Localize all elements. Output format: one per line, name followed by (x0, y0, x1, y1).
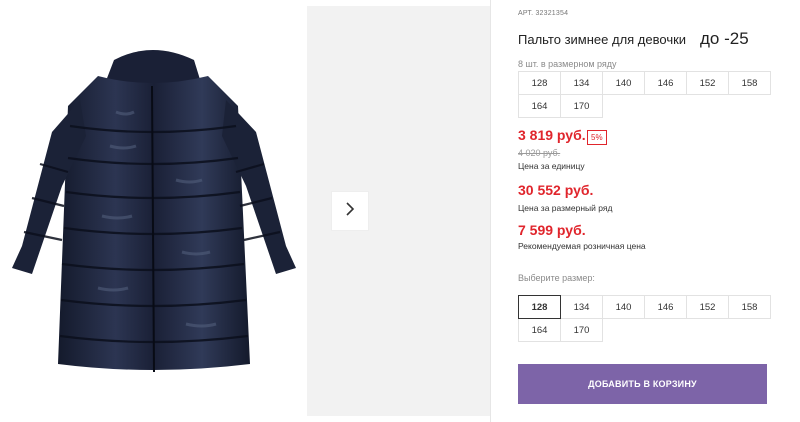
pack-size-cell: 140 (602, 71, 645, 95)
size-option[interactable]: 134 (560, 295, 603, 319)
product-title: Пальто зимнее для девочки (518, 32, 687, 47)
size-option[interactable]: 170 (560, 318, 603, 342)
pack-size-cell: 152 (686, 71, 729, 95)
article-value: 32321354 (535, 10, 569, 17)
add-to-cart-button[interactable]: ДОБАВИТЬ В КОРЗИНУ (518, 364, 767, 404)
rrp-price-label: Рекомендуемая розничная цена (518, 241, 646, 251)
pack-size-cell: 164 (518, 94, 561, 118)
chevron-right-icon (344, 201, 356, 222)
pack-size-cell: 170 (560, 94, 603, 118)
product-main-photo (0, 0, 306, 422)
gallery-next-button[interactable] (331, 191, 369, 231)
size-picker-grid: 128 134 140 146 152 158 164 170 (518, 295, 771, 342)
pack-size-note: 8 шт. в размерном ряду (518, 59, 617, 69)
article-number: АРТ. 32321354 (518, 10, 568, 17)
row-price-label: Цена за размерный ряд (518, 203, 613, 213)
size-picker-label: Выберите размер: (518, 273, 595, 283)
size-option[interactable]: 164 (518, 318, 561, 342)
pack-size-grid: 128 134 140 146 152 158 164 170 (518, 71, 771, 118)
panel-divider (490, 0, 491, 422)
old-price: 4 020 руб. (518, 148, 561, 158)
unit-price-label: Цена за единицу (518, 161, 585, 171)
size-option[interactable]: 128 (518, 295, 561, 319)
temperature-rating: до -25 (700, 29, 749, 48)
rrp-price: 7 599 руб. (518, 222, 586, 238)
product-gallery (0, 0, 490, 422)
pack-size-cell: 158 (728, 71, 771, 95)
article-label: АРТ. (518, 10, 534, 17)
pack-size-cell: 134 (560, 71, 603, 95)
unit-price: 3 819 руб. (518, 127, 586, 143)
size-option[interactable]: 158 (728, 295, 771, 319)
size-option[interactable]: 146 (644, 295, 687, 319)
coat-image (12, 50, 296, 373)
pack-size-cell: 146 (644, 71, 687, 95)
row-price: 30 552 руб. (518, 182, 594, 198)
pack-size-cell: 128 (518, 71, 561, 95)
size-option[interactable]: 140 (602, 295, 645, 319)
size-option[interactable]: 152 (686, 295, 729, 319)
discount-badge: 5% (587, 130, 607, 145)
